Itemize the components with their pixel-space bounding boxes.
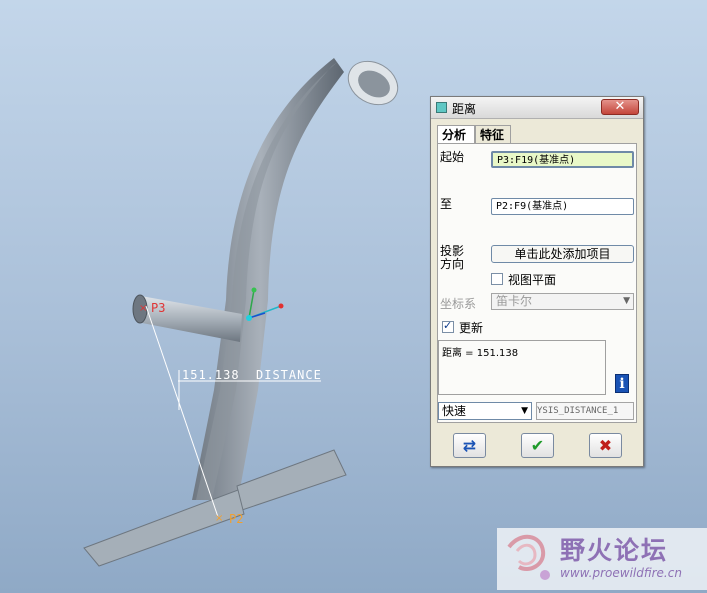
coord-system-select[interactable]: 笛卡尔 ▼ [491, 293, 634, 310]
dialog-title: 距离 [452, 102, 477, 116]
base-plate-top [236, 449, 347, 511]
speed-select[interactable]: 快速 ▼ [438, 402, 532, 420]
update-label: 更新 [459, 321, 484, 335]
update-checkbox[interactable] [442, 319, 454, 333]
result-text: 距离 = 151.138 [442, 348, 519, 359]
distance-line [145, 305, 219, 518]
svg-text:P3: P3 [151, 301, 165, 315]
ok-button[interactable]: ✔ [521, 433, 554, 458]
to-label: 至 [440, 197, 453, 211]
to-field[interactable]: P2:F9(基准点) [491, 198, 634, 215]
coord-system-value: 笛卡尔 [496, 294, 533, 308]
projection-label-2: 方向 [440, 257, 465, 271]
info-icon[interactable]: i [615, 374, 629, 393]
tab-feature[interactable]: 特征 [475, 125, 511, 143]
watermark-title: 野火论坛 [560, 536, 669, 565]
speed-value: 快速 [442, 404, 467, 418]
close-button[interactable]: ✕ [601, 99, 639, 115]
dimension-label: DISTANCE [256, 368, 322, 382]
watermark: 野火论坛 www.proewildfire.cn [497, 528, 707, 590]
datum-point-p3[interactable]: × P3 [139, 301, 165, 315]
feature-name-field[interactable]: YSIS_DISTANCE_1 [536, 402, 634, 420]
datum-point-p2[interactable]: × P2 [215, 512, 243, 526]
dialog-titlebar[interactable]: 距离 ✕ [431, 97, 643, 119]
from-label: 起始 [440, 150, 465, 164]
dimension-value: 151.138 [182, 368, 240, 382]
watermark-logo-icon [507, 535, 550, 580]
view-plane-checkbox[interactable] [491, 273, 503, 285]
chevron-down-icon: ▼ [521, 406, 528, 416]
watermark-url: www.proewildfire.cn [560, 566, 682, 580]
tab-analysis[interactable]: 分析 [437, 125, 475, 144]
refresh-icon: ⇄ [462, 436, 477, 455]
analysis-panel: 起始 P3:F19(基准点) 至 P2:F9(基准点) 投影 方向 单击此处添加… [437, 143, 637, 423]
svg-text:×: × [139, 303, 147, 314]
view-plane-label: 视图平面 [508, 273, 557, 287]
result-box: 距离 = 151.138 [438, 340, 606, 395]
add-projection-button[interactable]: 单击此处添加项目 [491, 245, 634, 263]
coord-label: 坐标系 [440, 297, 477, 311]
base-plate-bottom [83, 489, 245, 567]
svg-text:P2: P2 [229, 512, 243, 526]
chevron-down-icon: ▼ [623, 296, 630, 306]
close-icon: ✖ [598, 436, 613, 455]
cancel-button[interactable]: ✖ [589, 433, 622, 458]
distance-dialog: 距离 ✕ 分析 特征 起始 P3:F19(基准点) 至 P2:F9(基准点) 投… [430, 96, 644, 467]
dialog-window-icon [436, 102, 447, 113]
close-icon: ✕ [614, 99, 626, 114]
repeat-button[interactable]: ⇄ [453, 433, 486, 458]
from-field[interactable]: P3:F19(基准点) [491, 151, 634, 168]
checkmark-icon: ✔ [530, 436, 545, 455]
svg-text:×: × [215, 513, 223, 524]
